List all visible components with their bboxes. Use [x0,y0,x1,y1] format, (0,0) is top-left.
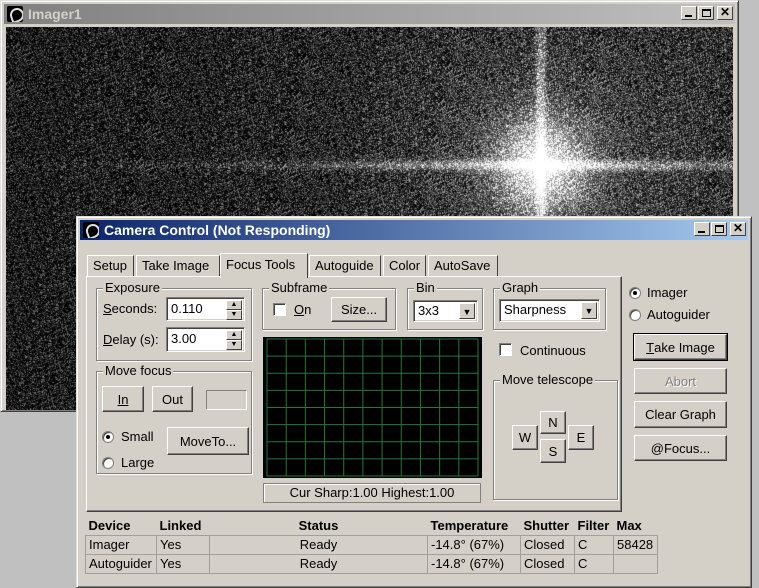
exposure-legend: Exposure [103,280,162,296]
sharpness-status: Cur Sharp:1.00 Highest:1.00 [263,483,481,503]
focus-small-radio[interactable] [102,431,114,443]
sharpness-graph [263,337,482,478]
imager-titlebar[interactable]: Imager1 ✕ [4,4,735,24]
status-header-row: Device Linked Status Temperature Shutter… [86,516,658,535]
move-focus-legend: Move focus [103,363,174,379]
graph-select[interactable]: Sharpness ▼ [499,299,600,322]
col-max: Max [616,517,642,533]
table-row: Imager Yes Ready -14.8° (67%) Closed C 5… [85,534,658,555]
spin-down-icon[interactable]: ▼ [226,340,242,350]
subframe-on-checkbox[interactable] [273,303,286,316]
delay-spinner[interactable]: ▲ ▼ [226,330,242,350]
tab-strip: Setup Take Image Focus Tools Autoguide C… [87,253,517,278]
minimize-button[interactable] [694,222,710,236]
camera-control-titlebar[interactable]: Camera Control (Not Responding) ✕ [80,220,748,240]
tab-setup[interactable]: Setup [87,255,134,277]
close-button[interactable]: ✕ [717,5,733,20]
focus-large-radio[interactable] [102,457,114,469]
focus-position-field [206,390,247,410]
imager-radio[interactable] [629,287,641,299]
camera-control-window: Camera Control (Not Responding) ✕ Setup … [76,216,752,588]
delay-label: Delay (s): [103,332,159,347]
app-icon [7,6,23,22]
spin-up-icon[interactable]: ▲ [226,300,242,310]
continuous-label: Continuous [520,343,586,358]
move-telescope-legend: Move telescope [500,372,596,388]
focus-tools-panel: Exposure Seconds: 0.110 ▲ ▼ Delay (s): 3.… [86,276,622,512]
move-south-button[interactable]: S [540,439,566,463]
camera-control-title: Camera Control (Not Responding) [104,222,331,238]
move-east-button[interactable]: E [568,425,594,450]
col-filter: Filter [577,517,610,533]
col-linked: Linked [159,517,202,533]
bin-legend: Bin [414,280,437,296]
move-to-button[interactable]: MoveTo... [167,427,249,455]
tab-take-image[interactable]: Take Image [136,255,220,277]
take-image-button[interactable]: Take Image [633,333,728,361]
col-shutter: Shutter [523,517,570,533]
close-button[interactable]: ✕ [730,221,746,236]
focus-small-label: Small [121,429,154,444]
seconds-label: Seconds: [103,301,158,316]
graph-legend: Graph [500,280,541,296]
minimize-icon [685,15,692,17]
minimize-icon [698,231,705,233]
subframe-legend: Subframe [269,280,330,296]
table-row: Autoguider Yes Ready -14.8° (67%) Closed… [85,553,658,574]
tab-focus-tools[interactable]: Focus Tools [220,253,308,278]
maximize-button[interactable] [698,6,714,20]
imager-title: Imager1 [28,6,82,22]
col-device: Device [88,517,131,533]
size-button[interactable]: Size... [331,297,387,322]
move-focus-group: Move focus In Out Small Large MoveTo... [96,363,252,474]
maximize-icon [715,225,724,233]
autoguider-radio[interactable] [629,309,641,321]
maximize-icon [702,9,711,17]
subframe-on-label: On [294,302,312,317]
status-table: Device Linked Status Temperature Shutter… [85,516,658,574]
bin-select[interactable]: 3x3 ▼ [413,300,478,322]
focus-in-button[interactable]: In [102,386,144,412]
imager-radio-label: Imager [647,285,688,300]
autoguider-radio-label: Autoguider [647,307,710,322]
spin-down-icon[interactable]: ▼ [226,310,242,320]
close-icon: ✕ [732,221,744,235]
at-focus-button[interactable]: @Focus... [634,435,727,461]
spin-up-icon[interactable]: ▲ [226,330,242,340]
minimize-button[interactable] [681,6,697,20]
clear-graph-button[interactable]: Clear Graph [634,401,727,428]
col-temperature: Temperature [430,517,509,533]
move-telescope-group: Move telescope N W E S [493,372,618,500]
continuous-checkbox[interactable] [499,343,512,356]
subframe-group: Subframe On Size... [262,280,396,330]
focus-out-button[interactable]: Out [152,386,193,412]
delay-input[interactable]: 3.00 ▲ ▼ [166,327,245,352]
chevron-down-icon[interactable]: ▼ [581,302,597,319]
focus-large-label: Large [121,455,155,470]
move-west-button[interactable]: W [512,425,538,450]
bin-group: Bin 3x3 ▼ [407,280,483,330]
tab-color[interactable]: Color [383,255,426,277]
move-north-button[interactable]: N [540,411,566,434]
tab-autoguide[interactable]: Autoguide [309,255,381,277]
graph-group: Graph Sharpness ▼ [493,280,606,330]
app-icon [83,222,99,238]
seconds-input[interactable]: 0.110 ▲ ▼ [166,297,245,321]
tab-autosave[interactable]: AutoSave [428,255,498,277]
maximize-button[interactable] [711,222,727,236]
chevron-down-icon[interactable]: ▼ [459,303,475,319]
seconds-spinner[interactable]: ▲ ▼ [226,300,242,320]
col-status: Status [298,517,339,533]
abort-button[interactable]: Abort [634,368,727,394]
close-icon: ✕ [719,5,731,19]
exposure-group: Exposure Seconds: 0.110 ▲ ▼ Delay (s): 3.… [96,280,252,361]
